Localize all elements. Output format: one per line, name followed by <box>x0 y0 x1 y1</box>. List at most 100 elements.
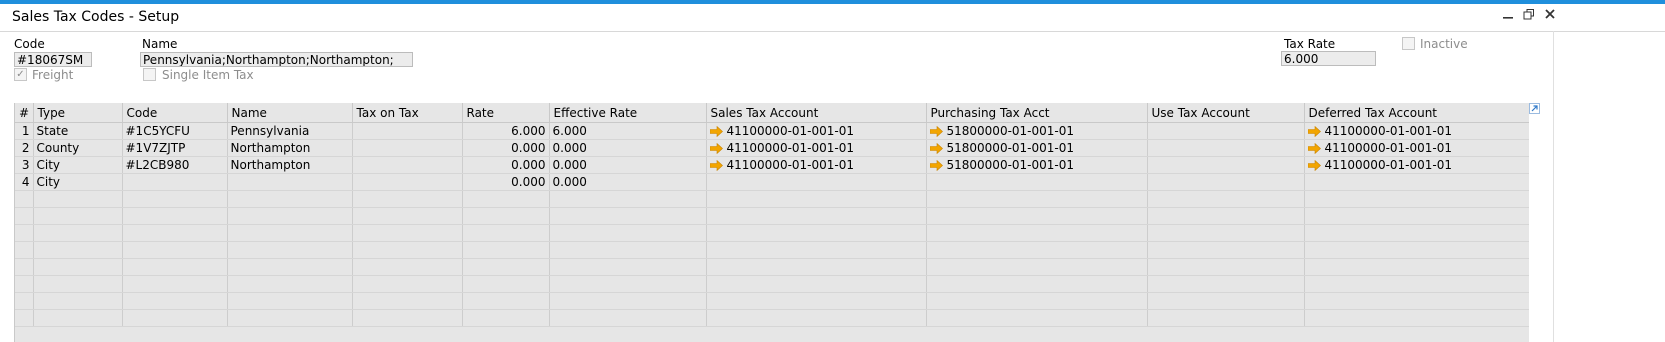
empty-cell[interactable] <box>352 309 463 327</box>
code-field[interactable]: #18067SM <box>14 52 92 67</box>
empty-cell[interactable] <box>462 292 550 310</box>
link-arrow-icon[interactable] <box>1307 124 1325 138</box>
empty-table-row[interactable] <box>15 224 1529 242</box>
name-cell[interactable]: Northampton <box>227 156 353 174</box>
empty-cell[interactable] <box>352 207 463 225</box>
sales-tax-account-cell[interactable] <box>706 173 927 191</box>
empty-cell[interactable] <box>549 292 707 310</box>
empty-table-row[interactable] <box>15 309 1529 327</box>
rate-cell[interactable]: 0.000 <box>462 139 550 157</box>
empty-cell[interactable] <box>1147 258 1305 276</box>
empty-cell[interactable] <box>352 292 463 310</box>
effective-rate-cell[interactable]: 0.000 <box>549 156 707 174</box>
deferred-tax-account-cell[interactable]: 41100000-01-001-01 <box>1304 156 1529 174</box>
type-cell[interactable]: County <box>33 139 123 157</box>
effective-rate-cell[interactable]: 6.000 <box>549 122 707 140</box>
empty-cell[interactable] <box>352 258 463 276</box>
empty-cell[interactable] <box>462 224 550 242</box>
empty-cell[interactable] <box>1304 207 1529 225</box>
empty-cell[interactable] <box>1304 292 1529 310</box>
empty-cell[interactable] <box>549 241 707 259</box>
empty-cell[interactable] <box>1304 190 1529 208</box>
empty-cell[interactable] <box>15 224 34 242</box>
empty-cell[interactable] <box>706 292 927 310</box>
empty-cell[interactable] <box>15 241 34 259</box>
empty-cell[interactable] <box>33 207 123 225</box>
empty-cell[interactable] <box>352 224 463 242</box>
expand-arrow-icon[interactable] <box>1529 103 1540 114</box>
empty-table-row[interactable] <box>15 275 1529 293</box>
empty-cell[interactable] <box>33 258 123 276</box>
effective-rate-cell[interactable]: 0.000 <box>549 139 707 157</box>
tax-on-tax-cell[interactable] <box>352 122 463 140</box>
empty-cell[interactable] <box>706 190 927 208</box>
code-cell[interactable] <box>122 173 228 191</box>
empty-cell[interactable] <box>33 190 123 208</box>
col-header-deferred-tax-account[interactable]: Deferred Tax Account <box>1304 103 1529 123</box>
empty-cell[interactable] <box>122 275 228 293</box>
deferred-tax-account-cell[interactable]: 41100000-01-001-01 <box>1304 122 1529 140</box>
empty-cell[interactable] <box>926 224 1148 242</box>
empty-cell[interactable] <box>122 309 228 327</box>
empty-cell[interactable] <box>1147 292 1305 310</box>
name-cell[interactable] <box>227 173 353 191</box>
empty-cell[interactable] <box>462 207 550 225</box>
empty-cell[interactable] <box>227 241 353 259</box>
empty-cell[interactable] <box>1304 224 1529 242</box>
empty-cell[interactable] <box>122 190 228 208</box>
empty-cell[interactable] <box>15 292 34 310</box>
empty-table-row[interactable] <box>15 258 1529 276</box>
single-item-tax-checkbox[interactable] <box>143 68 156 81</box>
type-cell[interactable]: City <box>33 156 123 174</box>
empty-cell[interactable] <box>352 241 463 259</box>
col-header-use-tax-account[interactable]: Use Tax Account <box>1147 103 1305 123</box>
empty-cell[interactable] <box>462 258 550 276</box>
empty-cell[interactable] <box>462 190 550 208</box>
empty-cell[interactable] <box>1147 224 1305 242</box>
col-header-tax-on-tax[interactable]: Tax on Tax <box>352 103 463 123</box>
link-arrow-icon[interactable] <box>709 141 727 155</box>
col-header-code[interactable]: Code <box>122 103 228 123</box>
restore-icon[interactable] <box>1521 8 1537 24</box>
sales-tax-account-cell[interactable]: 41100000-01-001-01 <box>706 139 927 157</box>
use-tax-account-cell[interactable] <box>1147 122 1305 140</box>
empty-cell[interactable] <box>227 258 353 276</box>
close-icon[interactable] <box>1542 8 1558 24</box>
empty-cell[interactable] <box>706 207 927 225</box>
rate-cell[interactable]: 0.000 <box>462 173 550 191</box>
link-arrow-icon[interactable] <box>929 141 947 155</box>
name-field[interactable]: Pennsylvania;Northampton;Northampton; <box>140 52 413 67</box>
link-arrow-icon[interactable] <box>929 158 947 172</box>
empty-cell[interactable] <box>549 275 707 293</box>
purchasing-tax-acct-cell[interactable]: 51800000-01-001-01 <box>926 156 1148 174</box>
link-arrow-icon[interactable] <box>709 158 727 172</box>
empty-cell[interactable] <box>1147 241 1305 259</box>
code-cell[interactable]: #1C5YCFU <box>122 122 228 140</box>
empty-cell[interactable] <box>33 241 123 259</box>
empty-cell[interactable] <box>227 207 353 225</box>
empty-cell[interactable] <box>227 224 353 242</box>
empty-cell[interactable] <box>33 275 123 293</box>
deferred-tax-account-cell[interactable]: 41100000-01-001-01 <box>1304 139 1529 157</box>
type-cell[interactable]: State <box>33 122 123 140</box>
empty-cell[interactable] <box>926 190 1148 208</box>
empty-table-row[interactable] <box>15 207 1529 225</box>
freight-checkbox[interactable]: ✓ <box>14 68 27 81</box>
col-header-type[interactable]: Type <box>33 103 123 123</box>
empty-cell[interactable] <box>1147 309 1305 327</box>
tax-rate-field[interactable]: 6.000 <box>1281 51 1376 66</box>
empty-cell[interactable] <box>352 190 463 208</box>
purchasing-tax-acct-cell[interactable]: 51800000-01-001-01 <box>926 139 1148 157</box>
empty-cell[interactable] <box>352 275 463 293</box>
empty-table-row[interactable] <box>15 292 1529 310</box>
link-arrow-icon[interactable] <box>709 124 727 138</box>
empty-cell[interactable] <box>15 258 34 276</box>
col-header-purchasing-tax-acct[interactable]: Purchasing Tax Acct <box>926 103 1148 123</box>
empty-cell[interactable] <box>15 309 34 327</box>
rate-cell[interactable]: 6.000 <box>462 122 550 140</box>
col-header-effective-rate[interactable]: Effective Rate <box>549 103 707 123</box>
tax-on-tax-cell[interactable] <box>352 139 463 157</box>
empty-cell[interactable] <box>1147 207 1305 225</box>
empty-cell[interactable] <box>926 309 1148 327</box>
empty-cell[interactable] <box>15 207 34 225</box>
